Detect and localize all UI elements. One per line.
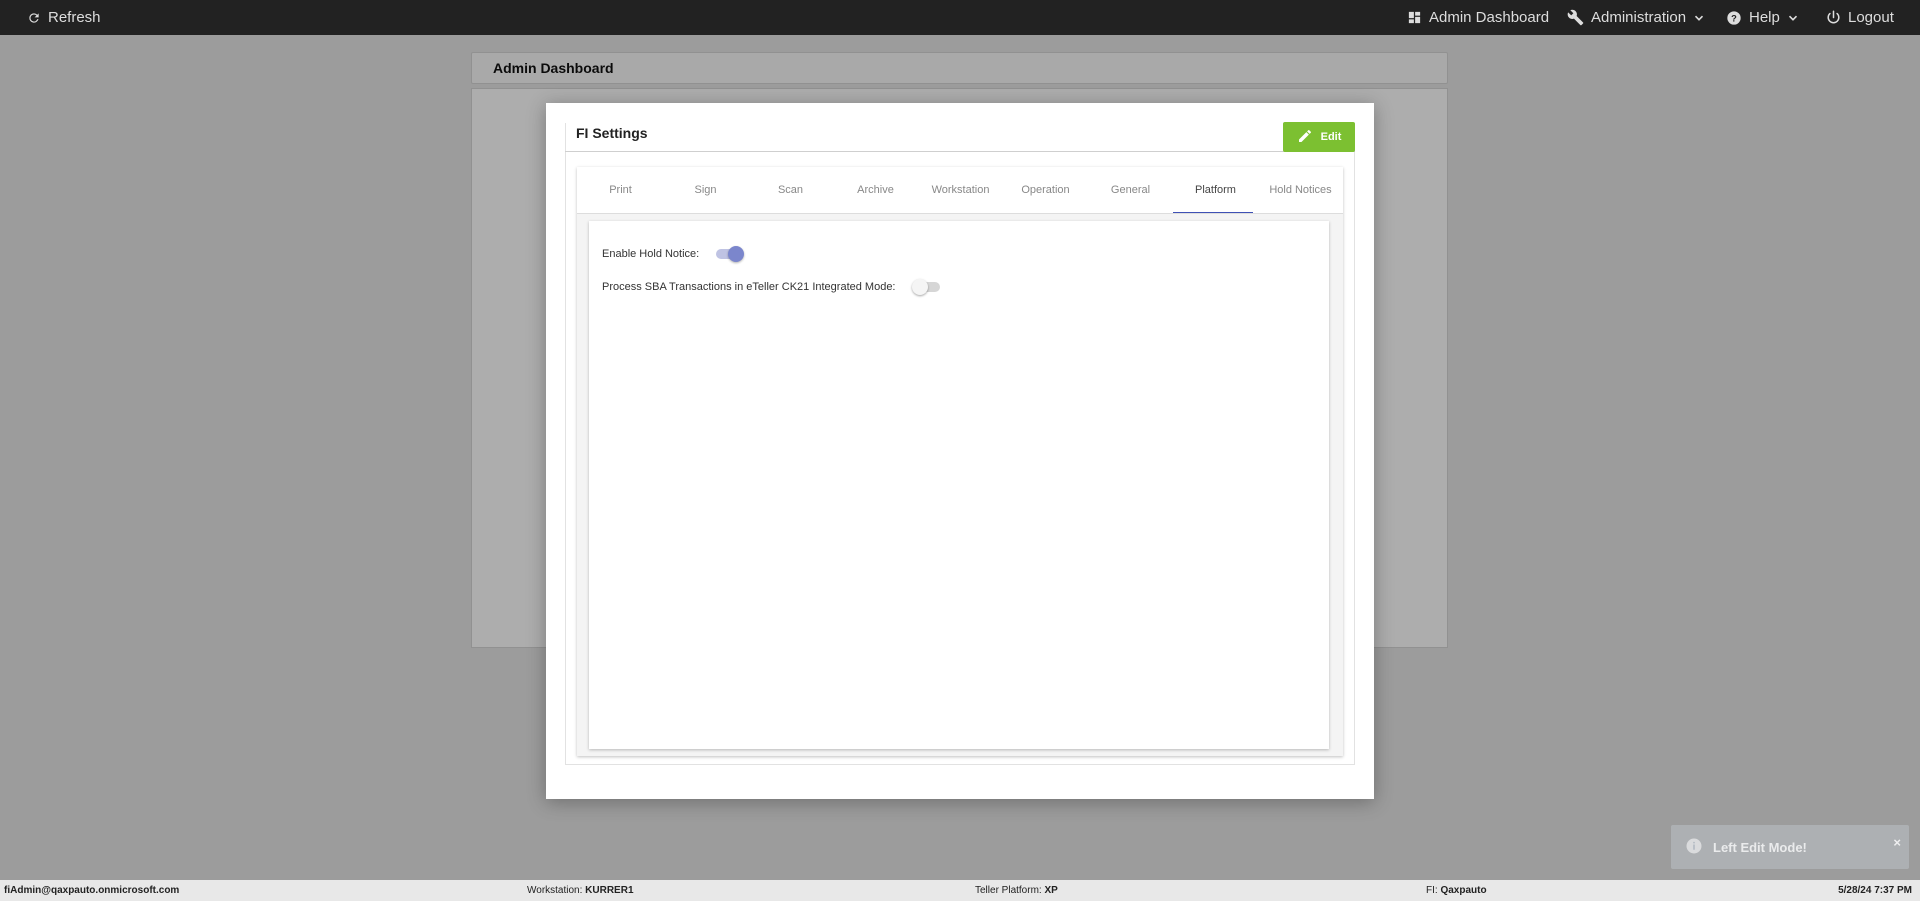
teller-platform-label: Teller Platform: xyxy=(975,885,1042,896)
chevron-down-icon xyxy=(1788,13,1798,23)
dialog-title: FI Settings xyxy=(576,125,648,141)
tab-sign[interactable]: Sign xyxy=(663,167,748,213)
help-label: Help xyxy=(1749,9,1780,26)
title-divider xyxy=(565,151,1355,152)
toggle-thumb xyxy=(911,279,928,295)
status-bar: fiAdmin@qaxpauto.onmicrosoft.com Worksta… xyxy=(0,880,1920,901)
fi-value: Qaxpauto xyxy=(1440,885,1487,896)
info-icon xyxy=(1685,837,1703,858)
help-icon: ? xyxy=(1726,10,1742,26)
power-icon xyxy=(1826,10,1841,25)
tab-print[interactable]: Print xyxy=(578,167,663,213)
top-nav-bar: Refresh Admin Dashboard Administration ?… xyxy=(0,0,1920,35)
platform-settings-panel: Enable Hold Notice: Process SBA Transact… xyxy=(589,221,1329,749)
status-teller-platform: Teller Platform: XP xyxy=(975,880,1058,901)
workstation-value: KURRER1 xyxy=(585,885,634,896)
tab-label: Archive xyxy=(857,184,894,196)
administration-menu[interactable]: Administration xyxy=(1567,0,1704,35)
tab-bar: Print Sign Scan Archive Workstation Oper… xyxy=(577,167,1343,214)
logout-button[interactable]: Logout xyxy=(1826,0,1894,35)
settings-tabs-card: Print Sign Scan Archive Workstation Oper… xyxy=(577,167,1343,756)
fi-settings-dialog: FI Settings Edit Print Sign Scan Archive… xyxy=(546,103,1374,799)
wrench-icon xyxy=(1567,9,1584,26)
admin-dashboard-link[interactable]: Admin Dashboard xyxy=(1407,0,1549,35)
edit-label: Edit xyxy=(1320,131,1342,143)
tab-label: Hold Notices xyxy=(1269,184,1332,196)
tab-hold-notices[interactable]: Hold Notices xyxy=(1258,167,1343,213)
tab-archive[interactable]: Archive xyxy=(833,167,918,213)
edit-button[interactable]: Edit xyxy=(1283,122,1355,152)
tab-label: Sign xyxy=(694,184,717,196)
admin-dashboard-label: Admin Dashboard xyxy=(1429,9,1550,26)
status-workstation: Workstation: KURRER1 xyxy=(527,880,634,901)
toast-message: Left Edit Mode! xyxy=(1713,839,1807,855)
setting-row-hold-notice: Enable Hold Notice: xyxy=(602,246,745,262)
tab-label: Platform xyxy=(1195,184,1236,196)
status-fi: FI: Qaxpauto xyxy=(1426,880,1487,901)
help-menu[interactable]: ? Help xyxy=(1726,0,1798,35)
enable-hold-notice-toggle[interactable] xyxy=(714,246,745,262)
administration-label: Administration xyxy=(1591,9,1687,26)
workstation-label: Workstation: xyxy=(527,885,583,896)
refresh-label: Refresh xyxy=(48,9,101,26)
dashboard-icon xyxy=(1407,10,1422,25)
logout-label: Logout xyxy=(1848,9,1894,26)
tab-label: Workstation xyxy=(931,184,990,196)
tab-scan[interactable]: Scan xyxy=(748,167,833,213)
tab-operation[interactable]: Operation xyxy=(1003,167,1088,213)
refresh-button[interactable]: Refresh xyxy=(27,0,101,35)
refresh-icon xyxy=(27,11,41,25)
svg-text:?: ? xyxy=(1731,13,1737,23)
toggle-thumb xyxy=(728,246,745,262)
process-sba-toggle[interactable] xyxy=(911,279,942,295)
tab-label: Scan xyxy=(777,184,804,196)
tab-label: Print xyxy=(609,184,632,196)
tab-general[interactable]: General xyxy=(1088,167,1173,213)
tab-platform[interactable]: Platform xyxy=(1173,167,1258,214)
close-icon[interactable]: × xyxy=(1893,835,1901,850)
tab-label: General xyxy=(1110,184,1151,196)
status-datetime: 5/28/24 7:37 PM xyxy=(1838,885,1912,896)
edit-mode-toast: Left Edit Mode! × xyxy=(1671,825,1909,869)
tab-label: Operation xyxy=(1021,184,1070,196)
status-user: fiAdmin@qaxpauto.onmicrosoft.com xyxy=(4,885,180,896)
setting-label: Process SBA Transactions in eTeller CK21… xyxy=(602,281,896,293)
tab-divider xyxy=(577,213,1343,214)
pencil-icon xyxy=(1297,128,1313,147)
setting-label: Enable Hold Notice: xyxy=(602,248,700,260)
teller-platform-value: XP xyxy=(1044,885,1058,896)
setting-row-sba-transactions: Process SBA Transactions in eTeller CK21… xyxy=(602,279,942,295)
chevron-down-icon xyxy=(1694,13,1704,23)
tab-workstation[interactable]: Workstation xyxy=(918,167,1003,213)
fi-label: FI: xyxy=(1426,885,1438,896)
